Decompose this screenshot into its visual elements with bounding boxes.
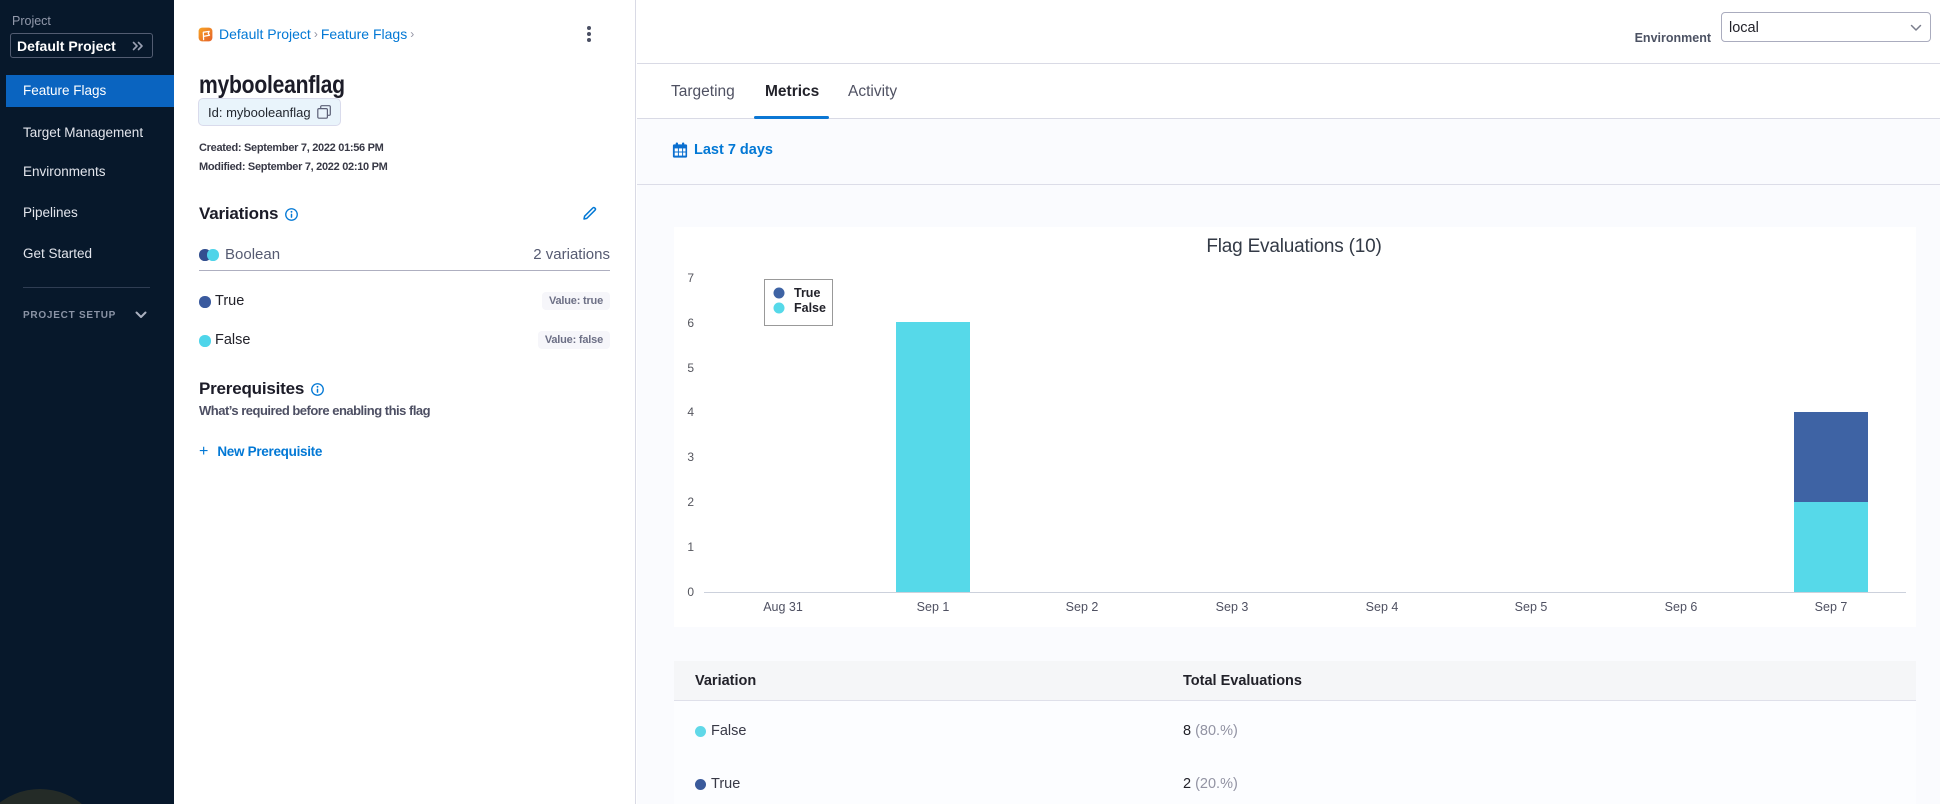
svg-text:Sep 3: Sep 3 (1216, 600, 1249, 614)
svg-text:False: False (794, 301, 826, 315)
svg-text:3: 3 (687, 450, 694, 464)
svg-text:Sep 7: Sep 7 (1815, 600, 1848, 614)
svg-text:6: 6 (687, 316, 694, 330)
svg-text:Sep 5: Sep 5 (1515, 600, 1548, 614)
svg-text:Flag Evaluations (10): Flag Evaluations (10) (1206, 236, 1381, 257)
svg-text:Sep 2: Sep 2 (1066, 600, 1099, 614)
svg-text:True: True (794, 286, 820, 300)
svg-text:4: 4 (687, 405, 694, 419)
svg-text:5: 5 (687, 361, 694, 375)
svg-text:Sep 6: Sep 6 (1665, 600, 1698, 614)
svg-text:0: 0 (687, 585, 694, 599)
svg-text:Aug 31: Aug 31 (763, 600, 803, 614)
svg-text:2: 2 (687, 495, 694, 509)
svg-text:Sep 1: Sep 1 (917, 600, 950, 614)
svg-text:1: 1 (687, 540, 694, 554)
svg-text:7: 7 (687, 271, 694, 285)
svg-text:Sep 4: Sep 4 (1366, 600, 1399, 614)
